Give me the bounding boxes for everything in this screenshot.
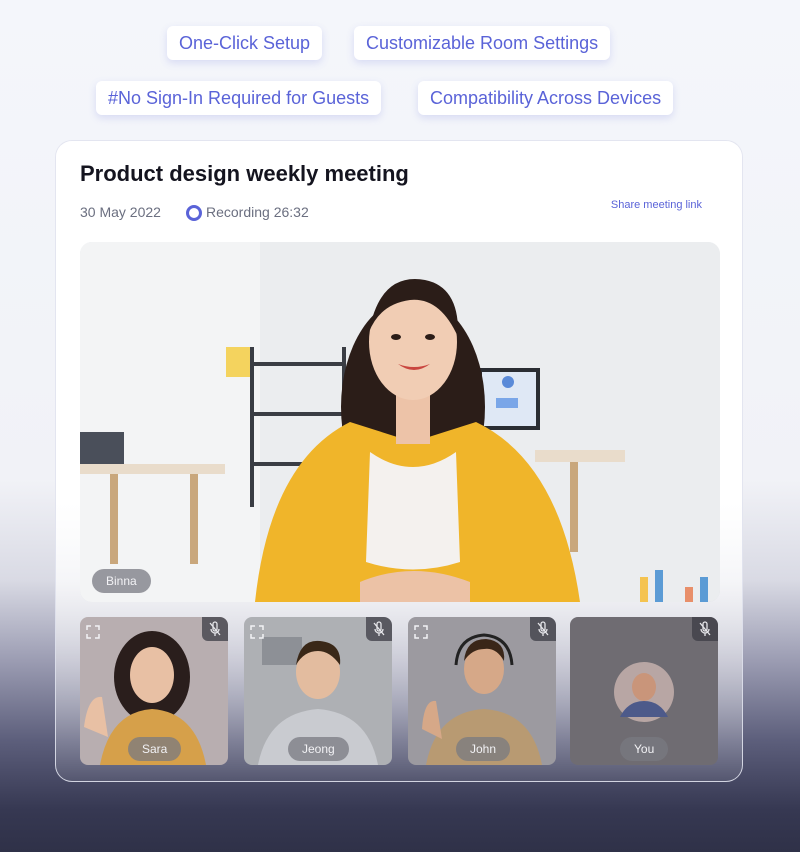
participant-tile-jeong[interactable]: Jeong bbox=[244, 617, 392, 765]
mic-off-icon[interactable] bbox=[692, 617, 718, 641]
meeting-date: 30 May 2022 bbox=[80, 204, 161, 220]
participant-name-tag: Sara bbox=[128, 737, 182, 761]
host-name-tag: Binna bbox=[92, 569, 151, 593]
participant-name-tag: John bbox=[456, 737, 511, 761]
expand-icon[interactable] bbox=[86, 625, 100, 639]
main-video-tile[interactable]: Binna bbox=[80, 242, 720, 602]
participant-name-tag: Jeong bbox=[288, 737, 349, 761]
meeting-card: Product design weekly meeting 30 May 202… bbox=[56, 141, 742, 781]
feature-chip-compatibility[interactable]: Compatibility Across Devices bbox=[418, 81, 674, 115]
participant-tile-sara[interactable]: Sara bbox=[80, 617, 228, 765]
expand-icon[interactable] bbox=[250, 625, 264, 639]
expand-icon[interactable] bbox=[414, 625, 428, 639]
feature-chip-one-click-setup[interactable]: One-Click Setup bbox=[167, 26, 323, 60]
mic-off-icon[interactable] bbox=[366, 617, 392, 641]
feature-chip-no-signin[interactable]: #No Sign-In Required for Guests bbox=[96, 81, 382, 115]
mic-off-icon[interactable] bbox=[530, 617, 556, 641]
record-dot-icon bbox=[186, 205, 202, 221]
participant-tile-john[interactable]: John bbox=[408, 617, 556, 765]
feature-chip-room-settings[interactable]: Customizable Room Settings bbox=[354, 26, 611, 60]
share-meeting-link[interactable]: Share meeting link bbox=[611, 199, 702, 211]
meeting-title: Product design weekly meeting bbox=[80, 161, 409, 186]
recording-status: Recording 26:32 bbox=[206, 204, 309, 220]
mic-off-icon[interactable] bbox=[202, 617, 228, 641]
participant-name-tag: You bbox=[620, 737, 669, 761]
participant-tile-you[interactable]: You bbox=[570, 617, 718, 765]
host-video-image bbox=[80, 242, 720, 602]
